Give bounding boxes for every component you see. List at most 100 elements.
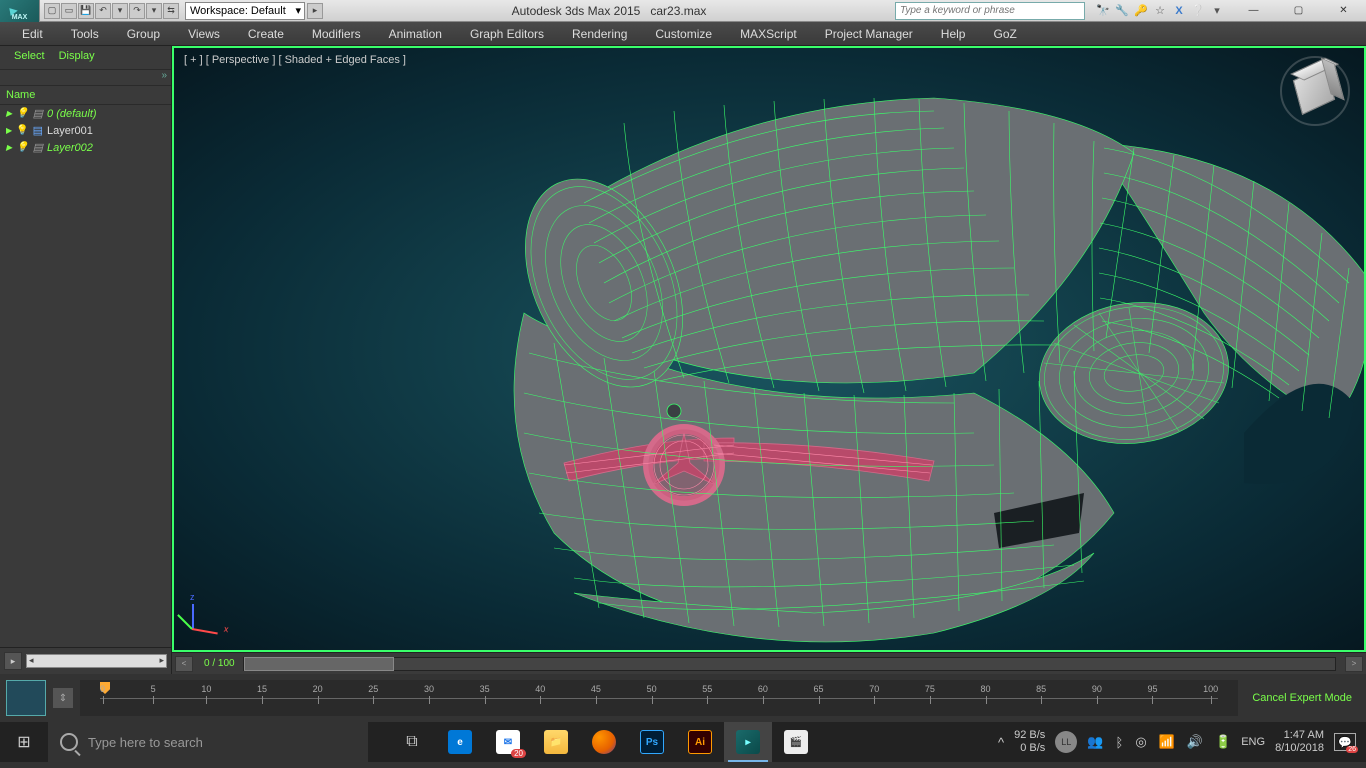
taskbar-app-virtualdub[interactable]: 🎬 [772, 722, 820, 762]
taskbar-app-explorer[interactable]: 📁 [532, 722, 580, 762]
redo-dropdown-icon[interactable]: ▾ [146, 3, 162, 19]
workspace-dropdown-toggle[interactable]: ▸ [307, 3, 323, 19]
timeline-prev-button[interactable]: < [175, 656, 193, 672]
taskbar-app-illustrator[interactable]: Ai [676, 722, 724, 762]
cortana-icon[interactable] [60, 733, 78, 751]
frame-ruler[interactable]: 0 5 10 15 20 25 30 35 40 45 50 55 60 65 … [80, 680, 1238, 716]
taskbar-app-firefox[interactable] [580, 722, 628, 762]
wifi-icon[interactable]: 📶 [1159, 734, 1175, 750]
user-avatar[interactable]: LL [1055, 731, 1077, 753]
visibility-bulb-icon[interactable]: 💡 [16, 142, 28, 153]
timeline-handle[interactable] [244, 657, 394, 671]
title-bar: MAX ▢ ▭ 💾 ↶ ▾ ↷ ▾ ⇆ Workspace: Default ▸… [0, 0, 1366, 22]
people-icon[interactable]: 👥 [1087, 734, 1103, 750]
link-icon[interactable]: ⇆ [163, 3, 179, 19]
quick-access-toolbar: ▢ ▭ 💾 ↶ ▾ ↷ ▾ ⇆ [40, 3, 183, 19]
menu-animation[interactable]: Animation [377, 24, 454, 44]
minimize-button[interactable]: — [1231, 0, 1276, 22]
start-button[interactable]: ⊞ [0, 722, 48, 762]
menu-graph-editors[interactable]: Graph Editors [458, 24, 556, 44]
taskbar-apps: e ✉20 📁 Ps Ai ▸ 🎬 [436, 722, 820, 762]
help-search[interactable] [895, 2, 1085, 20]
visibility-bulb-icon[interactable]: 💡 [16, 108, 28, 119]
language-indicator[interactable]: ENG [1241, 736, 1265, 748]
layer-stack-icon: ▤ [33, 141, 43, 154]
taskbar-search[interactable]: Type here to search [48, 722, 368, 762]
timeline-frame-display: 0 / 100 [196, 658, 243, 669]
open-file-icon[interactable]: ▭ [61, 3, 77, 19]
visibility-bulb-icon[interactable]: 💡 [16, 125, 28, 136]
close-button[interactable]: ✕ [1321, 0, 1366, 22]
panel-expand-button[interactable]: ▸ [4, 652, 22, 670]
track-toggle-button[interactable]: ⇕ [52, 687, 74, 709]
menu-create[interactable]: Create [236, 24, 296, 44]
taskbar-app-edge[interactable]: e [436, 722, 484, 762]
layer-item-default[interactable]: ▶ 💡 ▤ 0 (default) [0, 105, 171, 122]
scene-explorer-tabs: Select Display [0, 46, 171, 70]
location-icon[interactable]: ◎ [1135, 734, 1146, 750]
clock[interactable]: 1:47 AM8/10/2018 [1275, 729, 1324, 755]
tray-overflow-icon[interactable]: ^ [998, 735, 1004, 750]
scene-explorer-footer: ▸ [0, 647, 171, 674]
app-logo[interactable]: MAX [0, 0, 40, 22]
car-model-render[interactable] [374, 93, 1366, 652]
expand-icon[interactable]: ▶ [6, 143, 12, 152]
network-speed: 92 B/s0 B/s [1014, 729, 1045, 755]
help-icon[interactable]: ❔ [1190, 3, 1206, 19]
menu-rendering[interactable]: Rendering [560, 24, 639, 44]
save-icon[interactable]: 💾 [78, 3, 94, 19]
window-title: Autodesk 3ds Max 2015 car23.max [323, 4, 895, 18]
viewport-container: [ + ] [ Perspective ] [ Shaded + Edged F… [172, 46, 1366, 674]
bluetooth-icon[interactable]: ᛒ [1116, 735, 1124, 750]
task-view-button[interactable]: ⧉ [388, 722, 436, 762]
help-dropdown-icon[interactable]: ▾ [1209, 3, 1225, 19]
redo-icon[interactable]: ↷ [129, 3, 145, 19]
menu-goz[interactable]: GoZ [981, 24, 1028, 44]
taskbar-app-mail[interactable]: ✉20 [484, 722, 532, 762]
menu-project-manager[interactable]: Project Manager [813, 24, 925, 44]
new-file-icon[interactable]: ▢ [44, 3, 60, 19]
tab-select[interactable]: Select [14, 50, 45, 65]
exchange-icon[interactable]: X [1171, 3, 1187, 19]
taskbar-app-3dsmax[interactable]: ▸ [724, 722, 772, 762]
menu-help[interactable]: Help [929, 24, 978, 44]
undo-dropdown-icon[interactable]: ▾ [112, 3, 128, 19]
horizontal-scrollbar[interactable] [26, 654, 167, 668]
expand-icon[interactable]: ▶ [6, 109, 12, 118]
taskbar-app-photoshop[interactable]: Ps [628, 722, 676, 762]
expand-icon[interactable]: ▶ [6, 126, 12, 135]
star-icon[interactable]: ☆ [1152, 3, 1168, 19]
layer-label: Layer002 [47, 142, 93, 154]
help-search-input[interactable] [896, 3, 1084, 19]
battery-icon[interactable]: 🔋 [1215, 734, 1231, 750]
menu-maxscript[interactable]: MAXScript [728, 24, 809, 44]
title-help-icons: 🔭 🔧 🔑 ☆ X ❔ ▾ [1089, 3, 1231, 19]
panel-collapse-toggle[interactable] [0, 70, 171, 86]
maximize-button[interactable]: ▢ [1276, 0, 1321, 22]
layer-item-layer001[interactable]: ▶ 💡 ▤ Layer001 [0, 122, 171, 139]
workspace-dropdown[interactable]: Workspace: Default [185, 2, 305, 20]
menu-views[interactable]: Views [176, 24, 232, 44]
menu-customize[interactable]: Customize [643, 24, 724, 44]
binoculars-icon[interactable]: 🔭 [1095, 3, 1111, 19]
wrench-icon[interactable]: 🔧 [1114, 3, 1130, 19]
key-icon[interactable]: 🔑 [1133, 3, 1149, 19]
timeline-next-button[interactable]: > [1345, 656, 1363, 672]
layer-item-layer002[interactable]: ▶ 💡 ▤ Layer002 [0, 139, 171, 156]
menu-modifiers[interactable]: Modifiers [300, 24, 373, 44]
windows-taskbar: ⊞ Type here to search ⧉ e ✉20 📁 Ps Ai ▸ … [0, 722, 1366, 762]
layer-stack-icon: ▤ [33, 107, 43, 120]
viewport-perspective[interactable]: [ + ] [ Perspective ] [ Shaded + Edged F… [172, 46, 1366, 652]
undo-icon[interactable]: ↶ [95, 3, 111, 19]
menu-tools[interactable]: Tools [59, 24, 111, 44]
viewport-thumbnail[interactable] [6, 680, 46, 716]
timeline-slider[interactable] [243, 657, 1336, 671]
layer-column-header[interactable]: Name [0, 86, 171, 105]
cancel-expert-mode-link[interactable]: Cancel Expert Mode [1238, 692, 1366, 704]
menu-group[interactable]: Group [115, 24, 172, 44]
menu-edit[interactable]: Edit [10, 24, 55, 44]
action-center-icon[interactable]: 💬26 [1334, 733, 1356, 751]
volume-icon[interactable]: 🔊 [1187, 734, 1203, 750]
viewport-label[interactable]: [ + ] [ Perspective ] [ Shaded + Edged F… [184, 54, 406, 66]
tab-display[interactable]: Display [59, 50, 95, 65]
